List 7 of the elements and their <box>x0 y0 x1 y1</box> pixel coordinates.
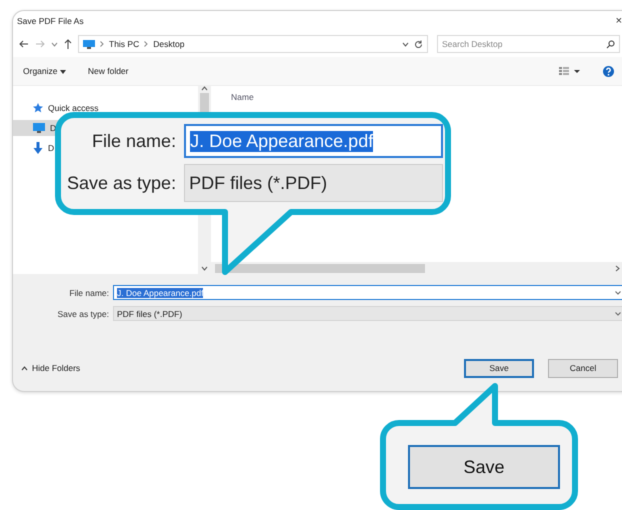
file-name-text: J. Doe Appearance.pdf <box>117 288 204 298</box>
field-label: File name: <box>68 288 110 298</box>
field-label: File name: <box>91 130 176 152</box>
file-name-text: J. Doe Appearance.pdf <box>190 130 374 152</box>
field-label: Save as type: <box>56 308 110 318</box>
window-title: Save PDF File As <box>17 16 84 26</box>
field-label: Save as type: <box>67 172 176 194</box>
